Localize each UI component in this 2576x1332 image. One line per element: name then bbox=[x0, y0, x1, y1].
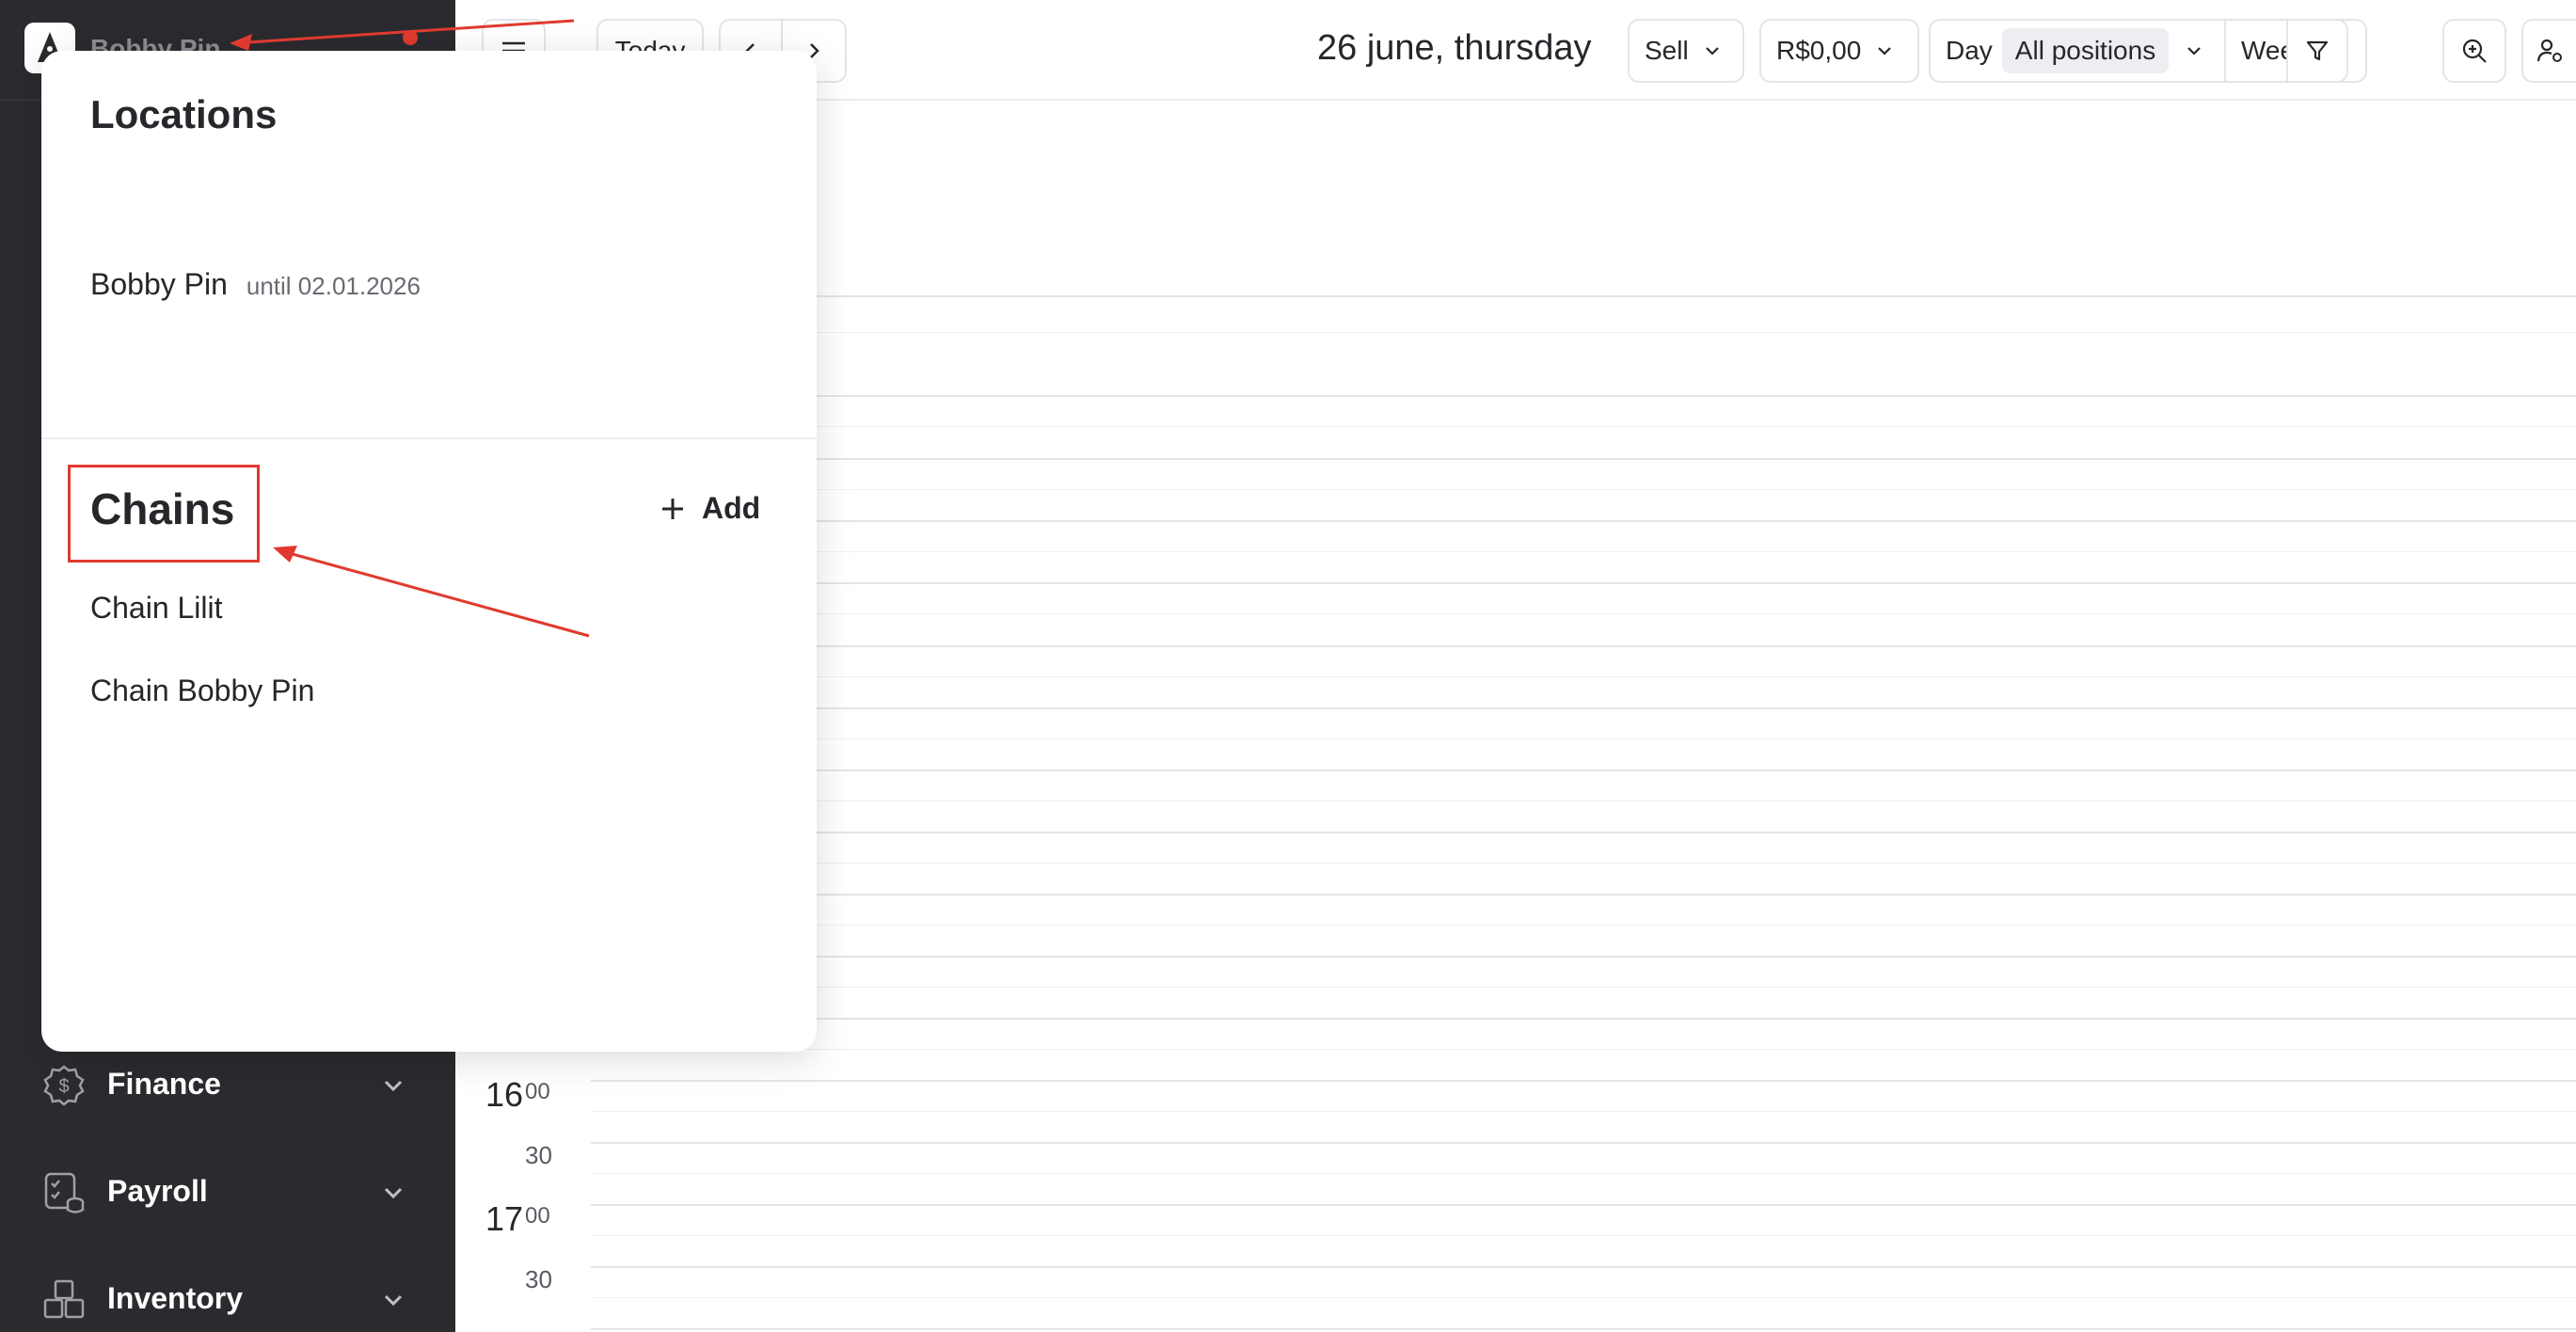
locations-title: Locations bbox=[90, 92, 278, 136]
chain-item[interactable]: Chain Lilit bbox=[90, 591, 223, 626]
finance-icon: $ bbox=[43, 1065, 85, 1106]
grid-line bbox=[591, 863, 2576, 864]
filter-icon bbox=[2306, 40, 2329, 61]
payroll-icon bbox=[44, 1172, 85, 1213]
grid-line bbox=[591, 1297, 2576, 1298]
grid-line bbox=[591, 395, 2576, 397]
filter-button[interactable] bbox=[2286, 19, 2348, 83]
add-label: Add bbox=[702, 491, 761, 525]
location-until: until 02.01.2026 bbox=[246, 272, 421, 300]
grid-line bbox=[591, 645, 2576, 647]
grid-line bbox=[591, 925, 2576, 926]
grid-line bbox=[591, 1049, 2576, 1050]
grid-line bbox=[591, 894, 2576, 896]
minute-value: 00 bbox=[525, 1079, 550, 1104]
grid-line bbox=[591, 295, 2576, 297]
grid-line bbox=[591, 332, 2576, 333]
zoom-in-icon bbox=[2462, 39, 2487, 63]
inventory-icon bbox=[43, 1279, 85, 1319]
chevron-down-icon bbox=[1705, 47, 1719, 56]
plus-icon bbox=[662, 498, 683, 519]
chevron-down-icon bbox=[384, 1294, 403, 1307]
zoom-button[interactable] bbox=[2442, 19, 2506, 83]
divider bbox=[2224, 21, 2226, 81]
current-date-title: 26 june, thursday bbox=[1317, 28, 1592, 68]
time-label-half: 30 bbox=[525, 1265, 552, 1293]
sidebar-item-label: Finance bbox=[107, 1066, 221, 1101]
chevron-down-icon[interactable] bbox=[2184, 40, 2204, 61]
svg-text:$: $ bbox=[58, 1076, 69, 1097]
location-item[interactable]: Bobby Pin until 02.01.2026 bbox=[90, 267, 421, 302]
grid-line bbox=[591, 613, 2576, 614]
add-chain-button[interactable]: Add bbox=[659, 491, 760, 526]
grid-line bbox=[591, 1018, 2576, 1020]
time-label-hour: 1700 bbox=[485, 1199, 550, 1239]
day-view-label[interactable]: Day bbox=[1946, 36, 1993, 66]
hour-value: 17 bbox=[485, 1199, 524, 1238]
sidebar-item-label: Inventory bbox=[107, 1280, 244, 1315]
grid-line bbox=[591, 1173, 2576, 1174]
grid-line bbox=[591, 582, 2576, 584]
minute-value: 00 bbox=[525, 1203, 550, 1229]
chevron-down-icon bbox=[1878, 47, 1892, 56]
employee-settings-button[interactable] bbox=[2521, 19, 2576, 83]
grid-line bbox=[591, 426, 2576, 427]
sell-label: Sell bbox=[1645, 36, 1689, 65]
grid-line bbox=[591, 489, 2576, 490]
grid-line bbox=[591, 956, 2576, 958]
grid-line bbox=[591, 769, 2576, 771]
grid-line bbox=[591, 458, 2576, 460]
grid-line bbox=[591, 676, 2576, 677]
chevron-down-icon bbox=[384, 1080, 403, 1092]
grid-line bbox=[591, 738, 2576, 739]
popup-divider bbox=[41, 437, 817, 439]
sidebar-item-payroll[interactable]: Payroll bbox=[0, 1153, 455, 1229]
chain-item[interactable]: Chain Bobby Pin bbox=[90, 674, 314, 708]
grid-line bbox=[591, 1080, 2576, 1082]
grid-line bbox=[591, 520, 2576, 522]
grid-line bbox=[591, 1266, 2576, 1268]
grid-line bbox=[591, 1142, 2576, 1144]
sidebar-item-inventory[interactable]: Inventory bbox=[0, 1261, 455, 1332]
grid-line bbox=[591, 707, 2576, 709]
grid-line bbox=[591, 987, 2576, 988]
sidebar-item-label: Payroll bbox=[107, 1173, 208, 1208]
time-label-hour: 1600 bbox=[485, 1075, 550, 1115]
hour-value: 16 bbox=[485, 1075, 524, 1114]
time-label-half: 30 bbox=[525, 1141, 552, 1169]
grid-line bbox=[591, 1235, 2576, 1236]
chains-highlight-box bbox=[68, 465, 260, 563]
grid-line bbox=[591, 832, 2576, 833]
notification-dot bbox=[403, 30, 418, 45]
grid-line bbox=[591, 551, 2576, 552]
amount-label: R$0,00 bbox=[1776, 36, 1862, 65]
grid-line bbox=[591, 1328, 2576, 1330]
amount-dropdown[interactable]: R$0,00 bbox=[1759, 19, 1919, 83]
sidebar-item-finance[interactable]: $ Finance bbox=[0, 1046, 455, 1121]
user-settings-icon bbox=[2536, 39, 2562, 62]
grid-line bbox=[591, 1111, 2576, 1112]
sell-dropdown[interactable]: Sell bbox=[1628, 19, 1744, 83]
positions-filter-chip[interactable]: All positions bbox=[2001, 28, 2170, 73]
chevron-down-icon bbox=[384, 1187, 403, 1199]
locations-popup: Locations Bobby Pin until 02.01.2026 Cha… bbox=[41, 51, 817, 1052]
location-name: Bobby Pin bbox=[90, 267, 228, 301]
grid-line bbox=[591, 1204, 2576, 1206]
